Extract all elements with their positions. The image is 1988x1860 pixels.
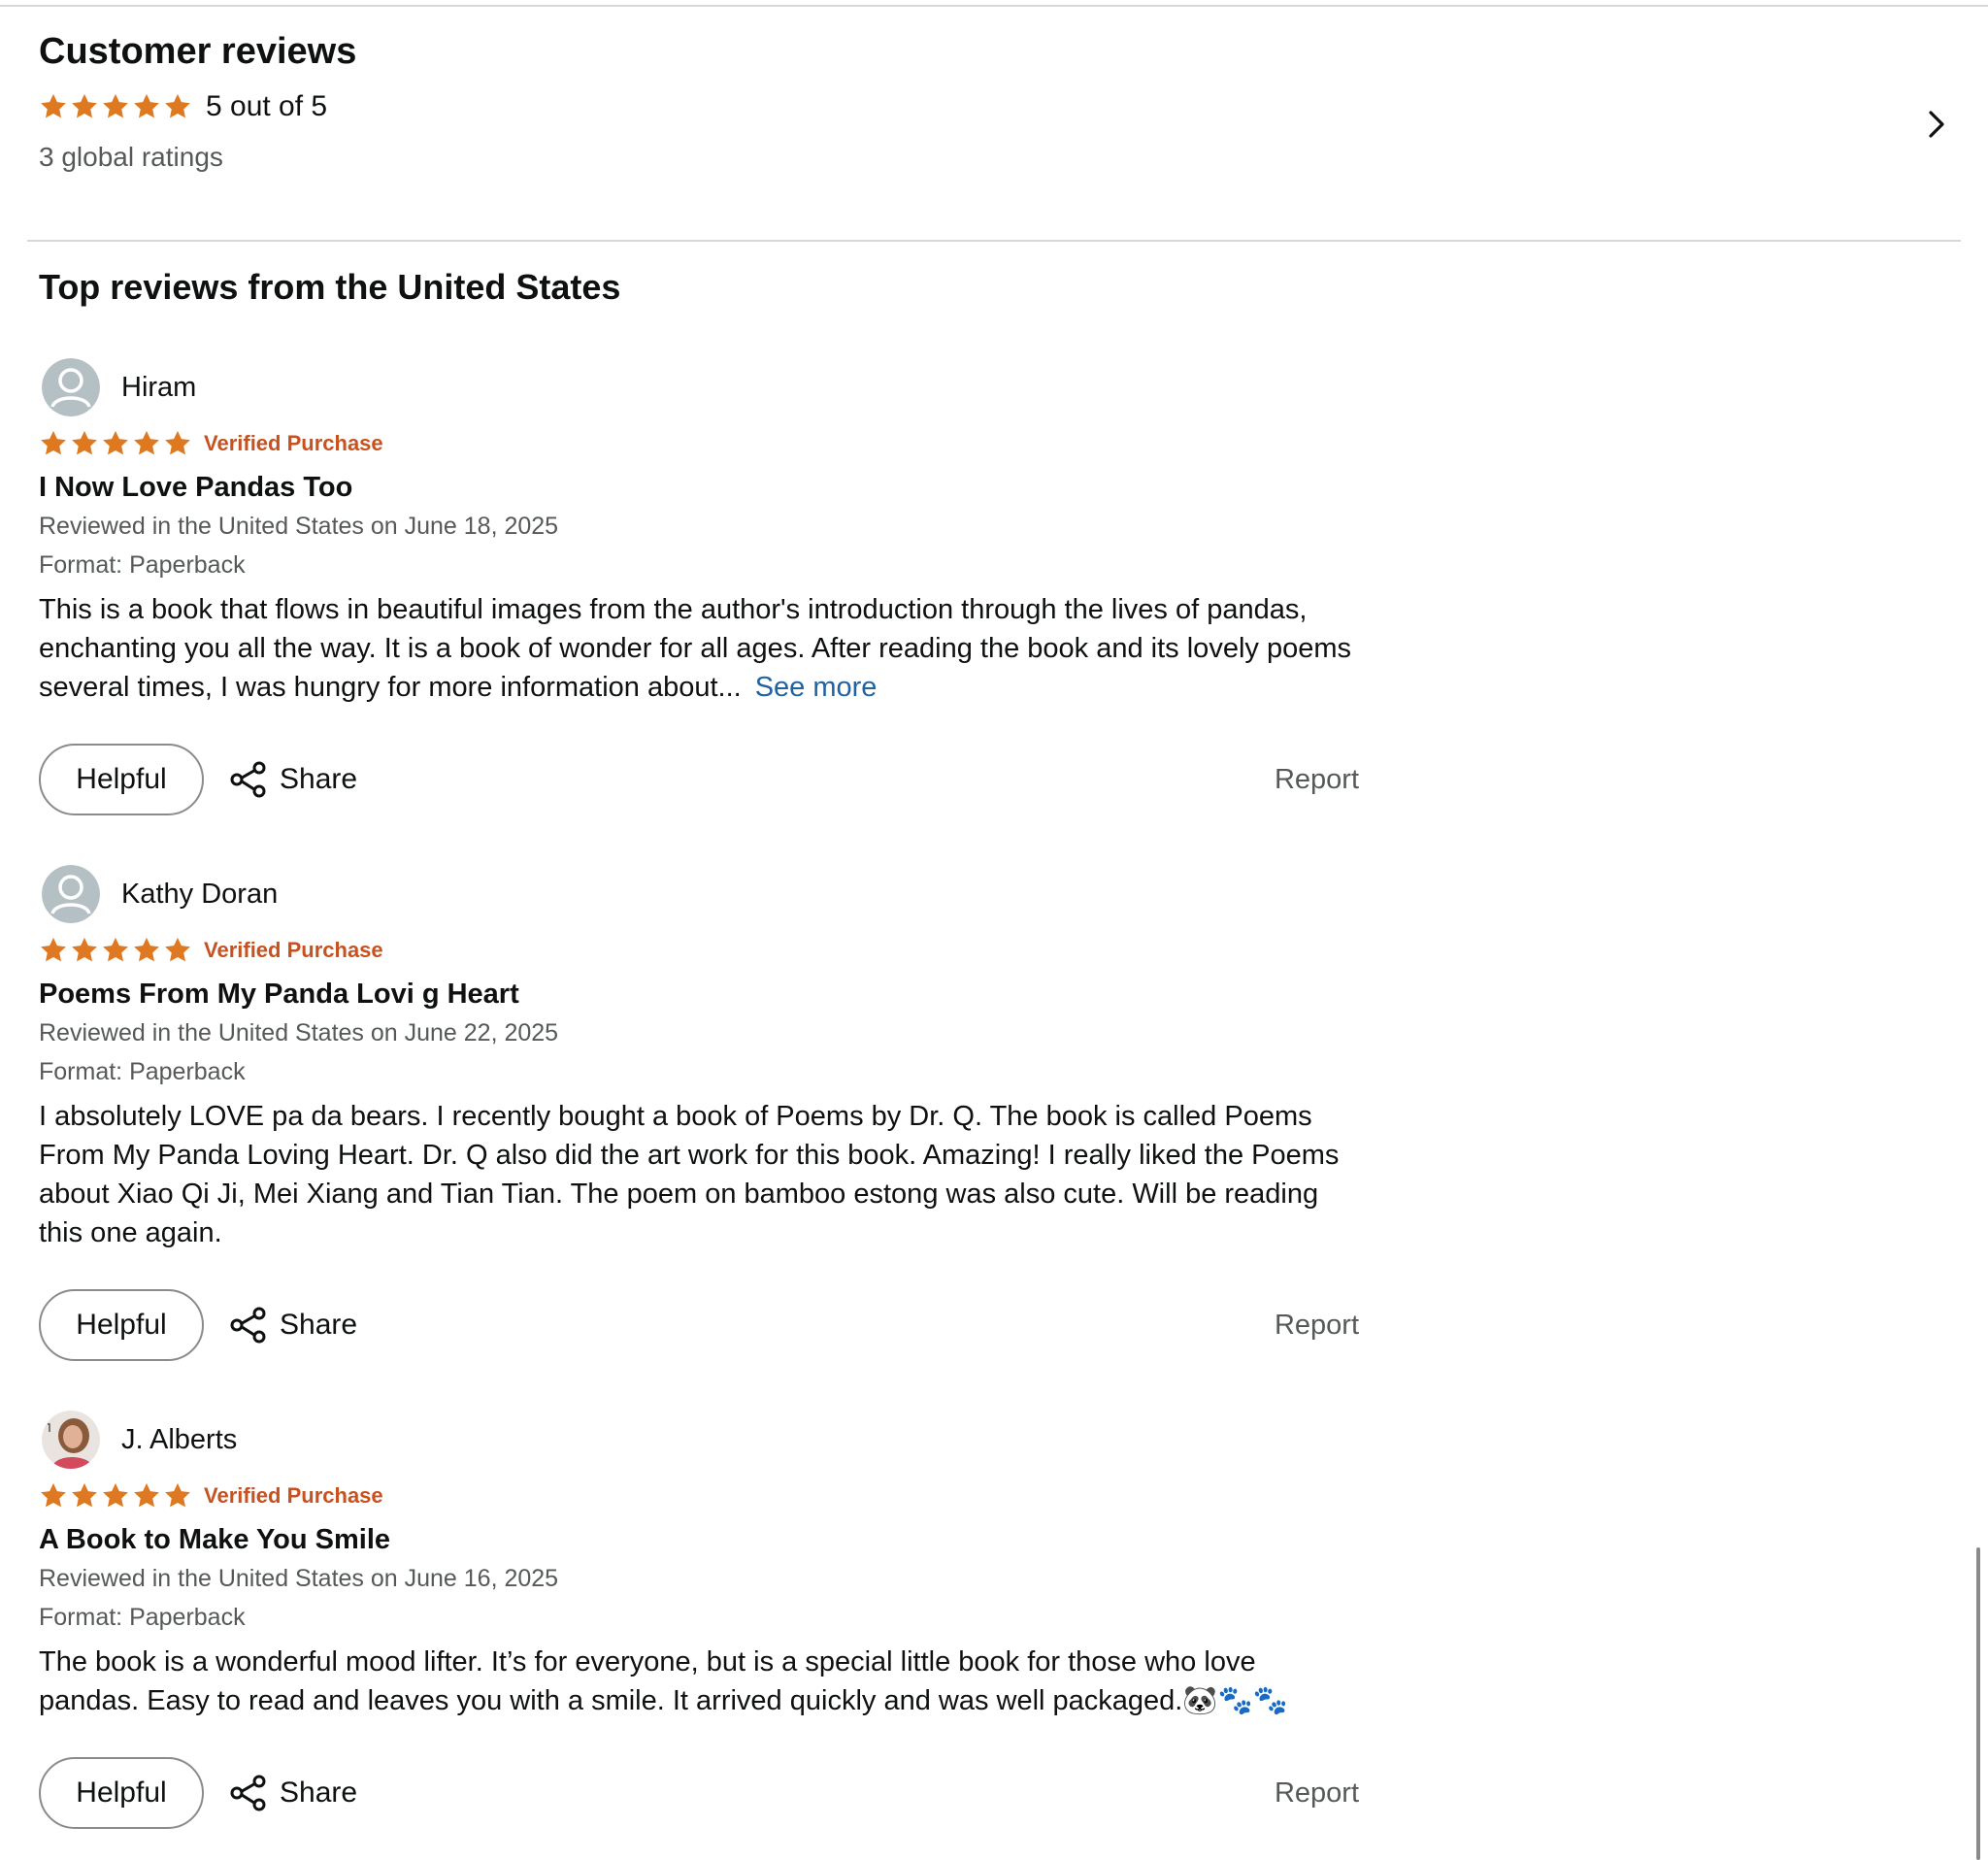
star-icon bbox=[39, 1481, 68, 1511]
review-date: Reviewed in the United States on June 18… bbox=[39, 513, 559, 540]
top-reviews-heading: Top reviews from the United States bbox=[39, 267, 621, 307]
review-date: Reviewed in the United States on June 16… bbox=[39, 1565, 559, 1592]
share-button[interactable]: Share bbox=[227, 1772, 357, 1814]
report-link[interactable]: Report bbox=[1275, 1777, 1359, 1810]
review-actions: Helpful Share Report bbox=[39, 1755, 1359, 1831]
helpful-button[interactable]: Helpful bbox=[39, 1289, 204, 1361]
default-avatar-icon bbox=[42, 865, 100, 923]
review-card: Kathy Doran Verified Purchase Poems From… bbox=[39, 864, 1359, 1363]
star-icon bbox=[163, 92, 192, 121]
share-label: Share bbox=[280, 763, 358, 795]
review-rating-row: Verified Purchase bbox=[39, 427, 1359, 460]
star-icon bbox=[70, 92, 99, 121]
review-date: Reviewed in the United States on June 22… bbox=[39, 1019, 559, 1046]
verified-purchase-badge: Verified Purchase bbox=[204, 938, 383, 962]
star-icon bbox=[39, 429, 68, 458]
review-body: I absolutely LOVE pa da bears. I recentl… bbox=[39, 1101, 1340, 1248]
default-avatar-icon bbox=[42, 358, 100, 416]
scrollbar-thumb[interactable] bbox=[1976, 1547, 1980, 1860]
share-label: Share bbox=[280, 1777, 358, 1809]
review-format: Format: Paperback bbox=[39, 551, 246, 579]
review-rating-row: Verified Purchase bbox=[39, 1479, 1359, 1512]
summary-rating-text: 5 out of 5 bbox=[206, 90, 328, 122]
section-divider bbox=[27, 240, 1961, 242]
star-icon bbox=[101, 429, 130, 458]
star-icon bbox=[101, 92, 130, 121]
verified-purchase-badge: Verified Purchase bbox=[204, 1483, 383, 1508]
star-icon bbox=[163, 429, 192, 458]
share-button[interactable]: Share bbox=[227, 1304, 357, 1346]
review-stars[interactable] bbox=[39, 936, 192, 965]
reviewer-name: J. Alberts bbox=[121, 1424, 238, 1455]
star-icon bbox=[132, 936, 161, 965]
review-title[interactable]: I Now Love Pandas Too bbox=[39, 468, 1359, 507]
chevron-right-icon[interactable] bbox=[1917, 105, 1956, 144]
summary-rating-row: 5 out of 5 bbox=[39, 87, 1951, 126]
share-icon bbox=[227, 758, 270, 801]
reviewer-name: Kathy Doran bbox=[121, 879, 279, 910]
star-icon bbox=[70, 429, 99, 458]
star-icon bbox=[163, 1481, 192, 1511]
helpful-button[interactable]: Helpful bbox=[39, 744, 204, 815]
customer-reviews-heading: Customer reviews bbox=[39, 31, 357, 72]
review-stars[interactable] bbox=[39, 429, 192, 458]
star-icon bbox=[132, 1481, 161, 1511]
review-body: This is a book that flows in beautiful i… bbox=[39, 590, 1359, 707]
star-icon bbox=[39, 936, 68, 965]
star-icon bbox=[163, 936, 192, 965]
review-actions: Helpful Share Report bbox=[39, 742, 1359, 817]
global-ratings-count: 3 global ratings bbox=[39, 142, 223, 172]
report-link[interactable]: Report bbox=[1275, 764, 1359, 796]
review-rating-row: Verified Purchase bbox=[39, 934, 1359, 967]
review-actions: Helpful Share Report bbox=[39, 1287, 1359, 1363]
reviewer-name: Hiram bbox=[121, 372, 197, 403]
review-body: The book is a wonderful mood lifter. It’… bbox=[39, 1646, 1288, 1716]
review-format: Format: Paperback bbox=[39, 1058, 246, 1085]
verified-purchase-badge: Verified Purchase bbox=[204, 431, 383, 455]
reviewer-profile[interactable]: Hiram bbox=[39, 357, 1359, 417]
share-label: Share bbox=[280, 1309, 358, 1341]
review-title[interactable]: Poems From My Panda Lovi g Heart bbox=[39, 975, 1359, 1013]
see-more-link[interactable]: See more bbox=[755, 672, 878, 703]
review-title[interactable]: A Book to Make You Smile bbox=[39, 1520, 1359, 1559]
review-card: J. Alberts Verified Purchase A Book to M… bbox=[39, 1410, 1359, 1831]
share-icon bbox=[227, 1772, 270, 1814]
top-divider bbox=[0, 5, 1988, 7]
share-button[interactable]: Share bbox=[227, 758, 357, 801]
reviewer-profile[interactable]: J. Alberts bbox=[39, 1410, 1359, 1470]
summary-stars bbox=[39, 92, 192, 121]
star-icon bbox=[132, 429, 161, 458]
report-link[interactable]: Report bbox=[1275, 1310, 1359, 1342]
star-icon bbox=[132, 92, 161, 121]
customer-reviews-summary[interactable]: Customer reviews 5 out of 5 3 global rat… bbox=[39, 27, 1951, 192]
review-card: Hiram Verified Purchase I Now Love Panda… bbox=[39, 357, 1359, 817]
star-icon bbox=[101, 1481, 130, 1511]
star-icon bbox=[39, 92, 68, 121]
star-icon bbox=[70, 936, 99, 965]
star-icon bbox=[101, 936, 130, 965]
review-format: Format: Paperback bbox=[39, 1604, 246, 1631]
reviewer-profile[interactable]: Kathy Doran bbox=[39, 864, 1359, 924]
star-icon bbox=[70, 1481, 99, 1511]
helpful-button[interactable]: Helpful bbox=[39, 1757, 204, 1829]
review-stars[interactable] bbox=[39, 1481, 192, 1511]
photo-avatar-icon bbox=[42, 1411, 100, 1469]
review-text: This is a book that flows in beautiful i… bbox=[39, 594, 1351, 703]
share-icon bbox=[227, 1304, 270, 1346]
